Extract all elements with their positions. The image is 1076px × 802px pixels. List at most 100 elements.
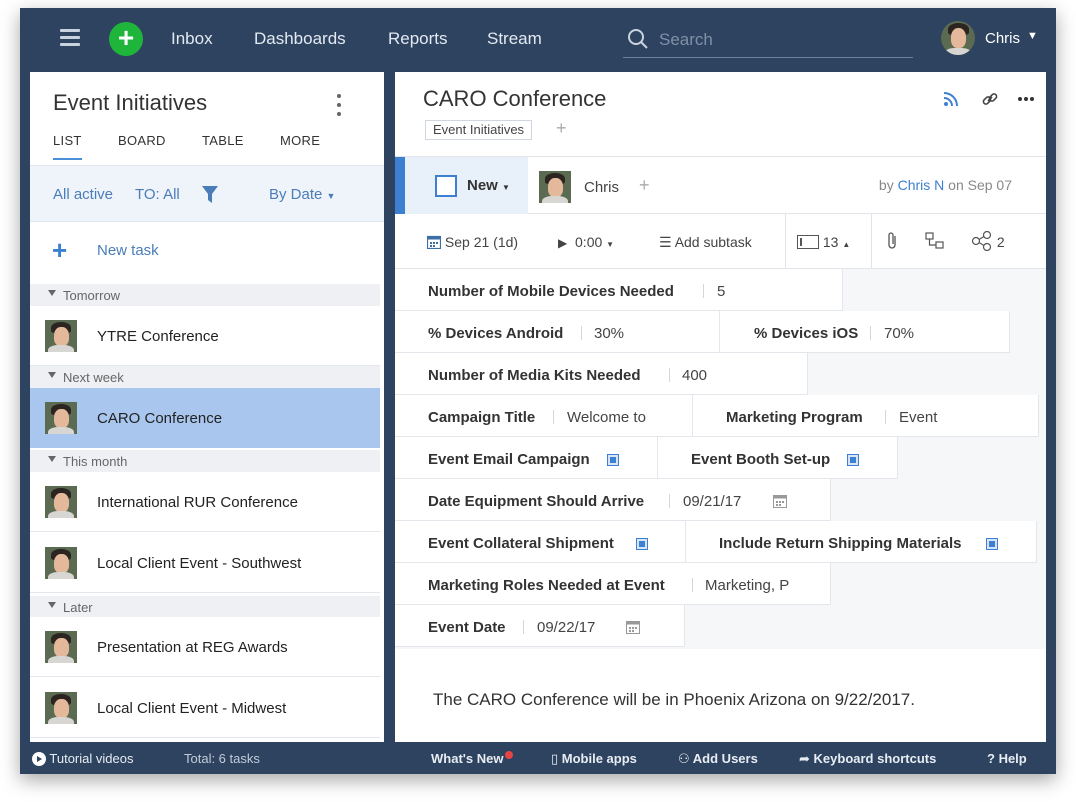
task-name: International RUR Conference [97, 494, 298, 511]
tab-more[interactable]: MORE [280, 133, 320, 148]
priority-button[interactable]: 13 ▲ [797, 234, 850, 250]
field-mobile-devices[interactable]: Number of Mobile Devices Needed 5 [395, 269, 843, 311]
share-button[interactable]: 2 [971, 230, 1005, 252]
task-row[interactable]: Local Client Event - Midwest [30, 678, 380, 738]
field-return-shipping[interactable]: Include Return Shipping Materials [686, 521, 1037, 563]
new-task-button[interactable]: + New task [30, 222, 384, 280]
status-checkbox[interactable] [435, 175, 457, 197]
field-ios[interactable]: % Devices iOS 70% [720, 311, 1010, 353]
field-email-campaign[interactable]: Event Email Campaign [395, 437, 658, 479]
collateral-checkbox[interactable] [636, 538, 648, 550]
play-circle-icon [32, 752, 46, 766]
field-marketing-roles[interactable]: Marketing Roles Needed at Event Marketin… [395, 563, 831, 605]
task-row[interactable]: YTRE Conference [30, 306, 380, 366]
status-dropdown[interactable]: New ▼ [467, 177, 510, 194]
rss-icon[interactable] [942, 90, 960, 108]
status-selector[interactable]: New ▼ [395, 157, 528, 214]
help-link[interactable]: ? Help [987, 751, 1027, 766]
status-label: New [467, 177, 498, 194]
sort-label: By Date [269, 186, 323, 203]
top-bar: + Inbox Dashboards Reports Stream Chris … [20, 8, 1056, 70]
return-shipping-checkbox[interactable] [986, 538, 998, 550]
caret-down-icon: ▼ [326, 191, 336, 201]
plus-icon: + [52, 235, 68, 265]
avatar[interactable] [539, 171, 571, 203]
status-filter[interactable]: All active [53, 186, 113, 203]
folder-tag[interactable]: Event Initiatives [425, 120, 533, 140]
task-row[interactable]: Presentation at REG Awards [30, 617, 380, 677]
user-avatar[interactable] [941, 21, 975, 55]
keyboard-shortcuts-link[interactable]: ➦ Keyboard shortcuts [799, 751, 936, 767]
email-campaign-checkbox[interactable] [607, 454, 619, 466]
tab-list[interactable]: LIST [53, 133, 82, 160]
field-marketing-program[interactable]: Marketing Program Event [693, 395, 1039, 437]
sort-dropdown[interactable]: By Date ▼ [269, 186, 335, 203]
group-header[interactable]: Later [30, 596, 380, 618]
field-equipment-date[interactable]: Date Equipment Should Arrive 09/21/17 [395, 479, 831, 521]
author-link[interactable]: Chris N [898, 177, 945, 193]
hamburger-icon[interactable] [60, 29, 80, 47]
link-icon[interactable] [981, 90, 999, 108]
task-row[interactable]: International RUR Conference [30, 472, 380, 532]
custom-fields: Number of Mobile Devices Needed 5 % Devi… [395, 269, 1046, 649]
whats-new-link[interactable]: What's New [431, 751, 514, 766]
more-icon[interactable] [1017, 90, 1035, 108]
caret-down-icon [48, 372, 56, 378]
attachment-icon[interactable] [887, 232, 899, 250]
field-event-date[interactable]: Event Date 09/22/17 [395, 605, 685, 647]
group-header[interactable]: Tomorrow [30, 284, 380, 306]
calendar-icon[interactable] [626, 620, 640, 634]
nav-inbox[interactable]: Inbox [171, 29, 213, 49]
avatar [45, 692, 77, 724]
booth-setup-checkbox[interactable] [847, 454, 859, 466]
calendar-icon[interactable] [773, 494, 787, 508]
task-name: Local Client Event - Southwest [97, 555, 302, 572]
priority-icon [797, 235, 819, 249]
shortcut-icon: ➦ [799, 751, 810, 766]
caret-down-icon[interactable]: ▼ [1027, 30, 1038, 42]
task-description[interactable]: The CARO Conference will be in Phoenix A… [433, 690, 915, 710]
folder-title: Event Initiatives [53, 90, 208, 115]
filter-bar: All active TO: All By Date ▼ [30, 165, 384, 222]
nav-dashboards[interactable]: Dashboards [254, 29, 346, 49]
create-new-button[interactable]: + [109, 22, 143, 56]
task-name: CARO Conference [97, 410, 223, 427]
search-input[interactable] [659, 28, 899, 52]
add-subtask-button[interactable]: ☰ Add subtask [659, 234, 752, 251]
task-name: YTRE Conference [97, 328, 219, 345]
field-media-kits[interactable]: Number of Media Kits Needed 400 [395, 353, 808, 395]
tab-table[interactable]: TABLE [202, 133, 244, 148]
group-header[interactable]: Next week [30, 366, 380, 388]
add-assignee-button[interactable]: + [639, 175, 650, 196]
caret-down-icon: ▼ [606, 240, 615, 249]
task-row[interactable]: Local Client Event - Southwest [30, 533, 380, 593]
user-menu[interactable]: Chris [985, 30, 1020, 47]
time-tracker[interactable]: ▶ 0:00 ▼ [558, 234, 614, 250]
caret-down-icon: ▼ [502, 183, 510, 192]
search-bar [623, 22, 913, 58]
group-header[interactable]: This month [30, 450, 380, 472]
date-picker[interactable]: Sep 21 (1d) [426, 234, 518, 250]
tutorial-videos-link[interactable]: Tutorial videos [32, 751, 133, 766]
assignee-filter[interactable]: TO: All [135, 186, 180, 203]
tab-board[interactable]: BOARD [118, 133, 166, 148]
kebab-icon[interactable] [335, 94, 343, 120]
search-icon [628, 29, 648, 49]
field-android[interactable]: % Devices Android 30% [395, 311, 720, 353]
field-collateral-shipment[interactable]: Event Collateral Shipment [395, 521, 686, 563]
mobile-icon: ▯ [551, 751, 559, 766]
field-campaign-title[interactable]: Campaign Title Welcome to [395, 395, 693, 437]
nav-stream[interactable]: Stream [487, 29, 542, 49]
task-row[interactable]: CARO Conference [30, 388, 380, 448]
assignee-name[interactable]: Chris [584, 179, 619, 196]
add-users-link[interactable]: ⚇ Add Users [678, 751, 758, 767]
nav-reports[interactable]: Reports [388, 29, 448, 49]
subtask-icon: ☰ [659, 234, 672, 250]
field-booth-setup[interactable]: Event Booth Set-up [658, 437, 898, 479]
dependency-icon[interactable] [925, 232, 945, 250]
caret-down-icon [48, 602, 56, 608]
mobile-apps-link[interactable]: ▯ Mobile apps [551, 751, 637, 767]
add-folder-button[interactable]: + [556, 118, 567, 139]
filter-icon[interactable] [202, 186, 218, 204]
task-title[interactable]: CARO Conference [423, 86, 606, 112]
